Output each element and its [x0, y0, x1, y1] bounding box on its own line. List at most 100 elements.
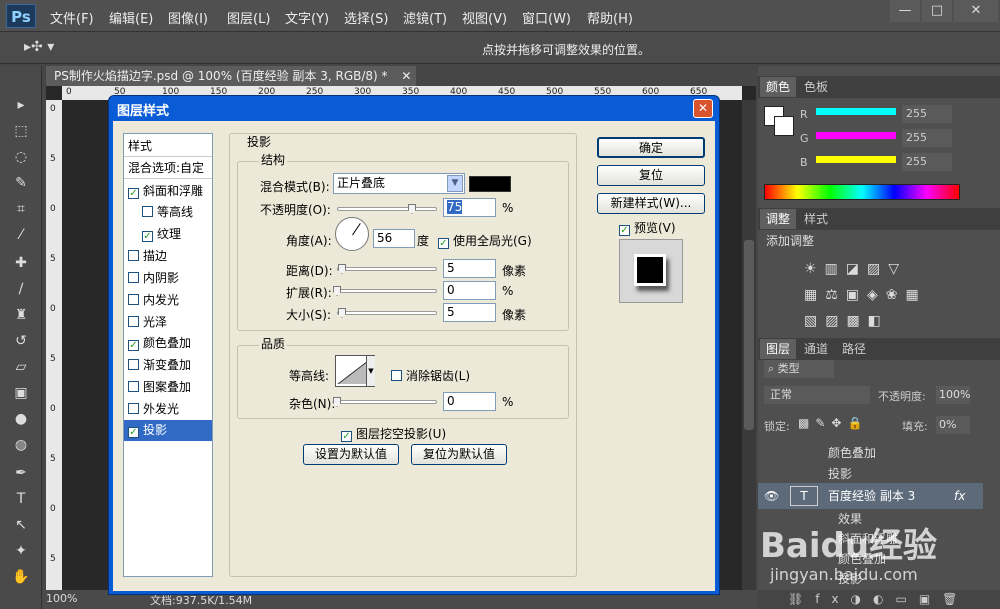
opacity-input[interactable]: 75 [443, 198, 496, 217]
style-item-drop-shadow[interactable]: ✓ 投影 [124, 420, 212, 441]
style-item-stroke[interactable]: 描边 [124, 246, 212, 267]
eraser-tool-icon[interactable]: ▱ [8, 356, 34, 378]
close-tab-icon[interactable]: ✕ [401, 69, 411, 83]
scroll-thumb[interactable] [744, 240, 754, 430]
minimize-button[interactable]: — [890, 0, 920, 22]
distance-slider[interactable] [337, 267, 437, 271]
lock-icons[interactable]: ▩✎✥🔒 [798, 416, 868, 430]
blending-options-item[interactable]: 混合选项:自定 [124, 158, 212, 179]
brush-tool-icon[interactable]: ∕ [8, 278, 34, 300]
style-checkbox[interactable] [128, 250, 139, 261]
menu-type[interactable]: 文字(Y) [285, 8, 329, 27]
shadow-color-swatch[interactable] [469, 176, 511, 192]
menu-window[interactable]: 窗口(W) [522, 8, 571, 27]
move-tool-icon[interactable]: ▸ [8, 94, 34, 116]
style-item-gradient-overlay[interactable]: 渐变叠加 [124, 355, 212, 376]
size-input[interactable]: 5 [443, 303, 496, 322]
dialog-close-button[interactable]: ✕ [693, 99, 713, 118]
adjustment-icons[interactable]: ☀▥◪▨▽ ▦⚖▣◈❀▦ ▧▨▩◧ [804, 256, 954, 336]
visibility-eye-icon[interactable]: 👁 [764, 483, 779, 509]
chevron-down-icon[interactable]: ▼ [447, 175, 463, 192]
antialias-check[interactable] [391, 370, 402, 381]
style-item-outer-glow[interactable]: 外发光 [124, 399, 212, 420]
tab-color[interactable]: 颜色 [760, 77, 797, 97]
type-tool-icon[interactable]: T [8, 488, 34, 510]
style-item-contour[interactable]: 等高线 [124, 202, 212, 223]
marquee-tool-icon[interactable]: ⬚ [8, 120, 34, 142]
crop-tool-icon[interactable]: ⌗ [8, 198, 34, 220]
style-item-texture[interactable]: ✓ 纹理 [124, 224, 212, 245]
style-item-satin[interactable]: 光泽 [124, 312, 212, 333]
style-checkbox[interactable]: ✓ [128, 340, 139, 351]
healing-brush-tool-icon[interactable]: ✚ [8, 252, 34, 274]
style-checkbox[interactable] [142, 206, 153, 217]
style-checkbox[interactable] [128, 294, 139, 305]
style-checkbox[interactable] [128, 359, 139, 370]
history-brush-tool-icon[interactable]: ↺ [8, 330, 34, 352]
antialias-checkbox[interactable]: 消除锯齿(L) [391, 367, 470, 384]
menu-view[interactable]: 视图(V) [462, 8, 507, 27]
angle-dial[interactable] [335, 217, 369, 251]
hand-tool-icon[interactable]: ✋ [8, 566, 34, 588]
style-list-header[interactable]: 样式 [124, 136, 212, 157]
channel-r-value[interactable]: 255 [902, 105, 952, 123]
angle-input[interactable]: 56 [373, 229, 415, 248]
path-select-tool-icon[interactable]: ↖ [8, 514, 34, 536]
channel-b-value[interactable]: 255 [902, 153, 952, 171]
tab-paths[interactable]: 路径 [836, 339, 872, 359]
layer-filter-select[interactable]: ⌕ 类型 [764, 360, 834, 378]
style-checkbox[interactable] [128, 316, 139, 327]
style-item-inner-shadow[interactable]: 内阴影 [124, 268, 212, 289]
close-window-button[interactable]: ✕ [954, 0, 998, 22]
size-slider[interactable] [337, 311, 437, 315]
chevron-down-icon[interactable]: ▼ [366, 356, 375, 386]
background-color-swatch[interactable] [774, 116, 794, 136]
distance-input[interactable]: 5 [443, 259, 496, 278]
menu-help[interactable]: 帮助(H) [587, 8, 633, 27]
menu-edit[interactable]: 编辑(E) [109, 8, 153, 27]
channel-g-slider[interactable] [816, 132, 896, 139]
menu-file[interactable]: 文件(F) [50, 8, 94, 27]
gradient-tool-icon[interactable]: ▣ [8, 382, 34, 404]
blur-tool-icon[interactable]: ● [8, 408, 34, 430]
style-checkbox[interactable]: ✓ [142, 231, 153, 242]
noise-slider[interactable] [337, 400, 437, 404]
tab-styles[interactable]: 样式 [798, 209, 834, 229]
blend-mode-select[interactable]: 正常 [764, 386, 870, 404]
shape-tool-icon[interactable]: ✦ [8, 540, 34, 562]
pen-tool-icon[interactable]: ✒ [8, 462, 34, 484]
maximize-button[interactable]: □ [922, 0, 952, 22]
channel-b-slider[interactable] [816, 156, 896, 163]
style-checkbox[interactable]: ✓ [128, 188, 139, 199]
style-checkbox[interactable] [128, 403, 139, 414]
new-style-button[interactable]: 新建样式(W)... [597, 193, 705, 214]
knockout-check[interactable]: ✓ [341, 431, 352, 442]
style-item-color-overlay[interactable]: ✓ 颜色叠加 [124, 333, 212, 354]
knockout-checkbox[interactable]: ✓ 图层挖空投影(U) [341, 425, 446, 442]
menu-filter[interactable]: 滤镜(T) [403, 8, 447, 27]
tab-swatches[interactable]: 色板 [798, 77, 834, 97]
zoom-level[interactable]: 100% [46, 592, 77, 605]
document-tab[interactable]: PS制作火焰描边字.psd @ 100% (百度经验 副本 3, RGB/8) … [46, 66, 416, 86]
menu-image[interactable]: 图像(I) [168, 8, 208, 27]
quick-select-tool-icon[interactable]: ✎ [8, 172, 34, 194]
style-item-bevel[interactable]: ✓ 斜面和浮雕 [124, 181, 212, 202]
menu-layer[interactable]: 图层(L) [227, 8, 270, 27]
style-checkbox[interactable] [128, 272, 139, 283]
style-item-inner-glow[interactable]: 内发光 [124, 290, 212, 311]
fill-value[interactable]: 0% [936, 416, 970, 434]
reset-button[interactable]: 复位 [597, 165, 705, 186]
noise-input[interactable]: 0 [443, 392, 496, 411]
layer-row-selected[interactable]: 👁 T 百度经验 副本 3 fx [758, 483, 983, 509]
layer-effect-row[interactable]: 投影 [788, 463, 988, 485]
shadow-blend-mode-select[interactable]: 正片叠底 ▼ [333, 173, 465, 194]
dodge-tool-icon[interactable]: ◍ [8, 434, 34, 456]
tab-layers[interactable]: 图层 [760, 339, 797, 359]
preview-check[interactable]: ✓ [619, 225, 630, 236]
spread-input[interactable]: 0 [443, 281, 496, 300]
ok-button[interactable]: 确定 [597, 137, 705, 158]
menu-select[interactable]: 选择(S) [344, 8, 388, 27]
tab-channels[interactable]: 通道 [798, 339, 834, 359]
style-checkbox[interactable] [128, 381, 139, 392]
reset-default-button[interactable]: 复位为默认值 [411, 444, 507, 465]
